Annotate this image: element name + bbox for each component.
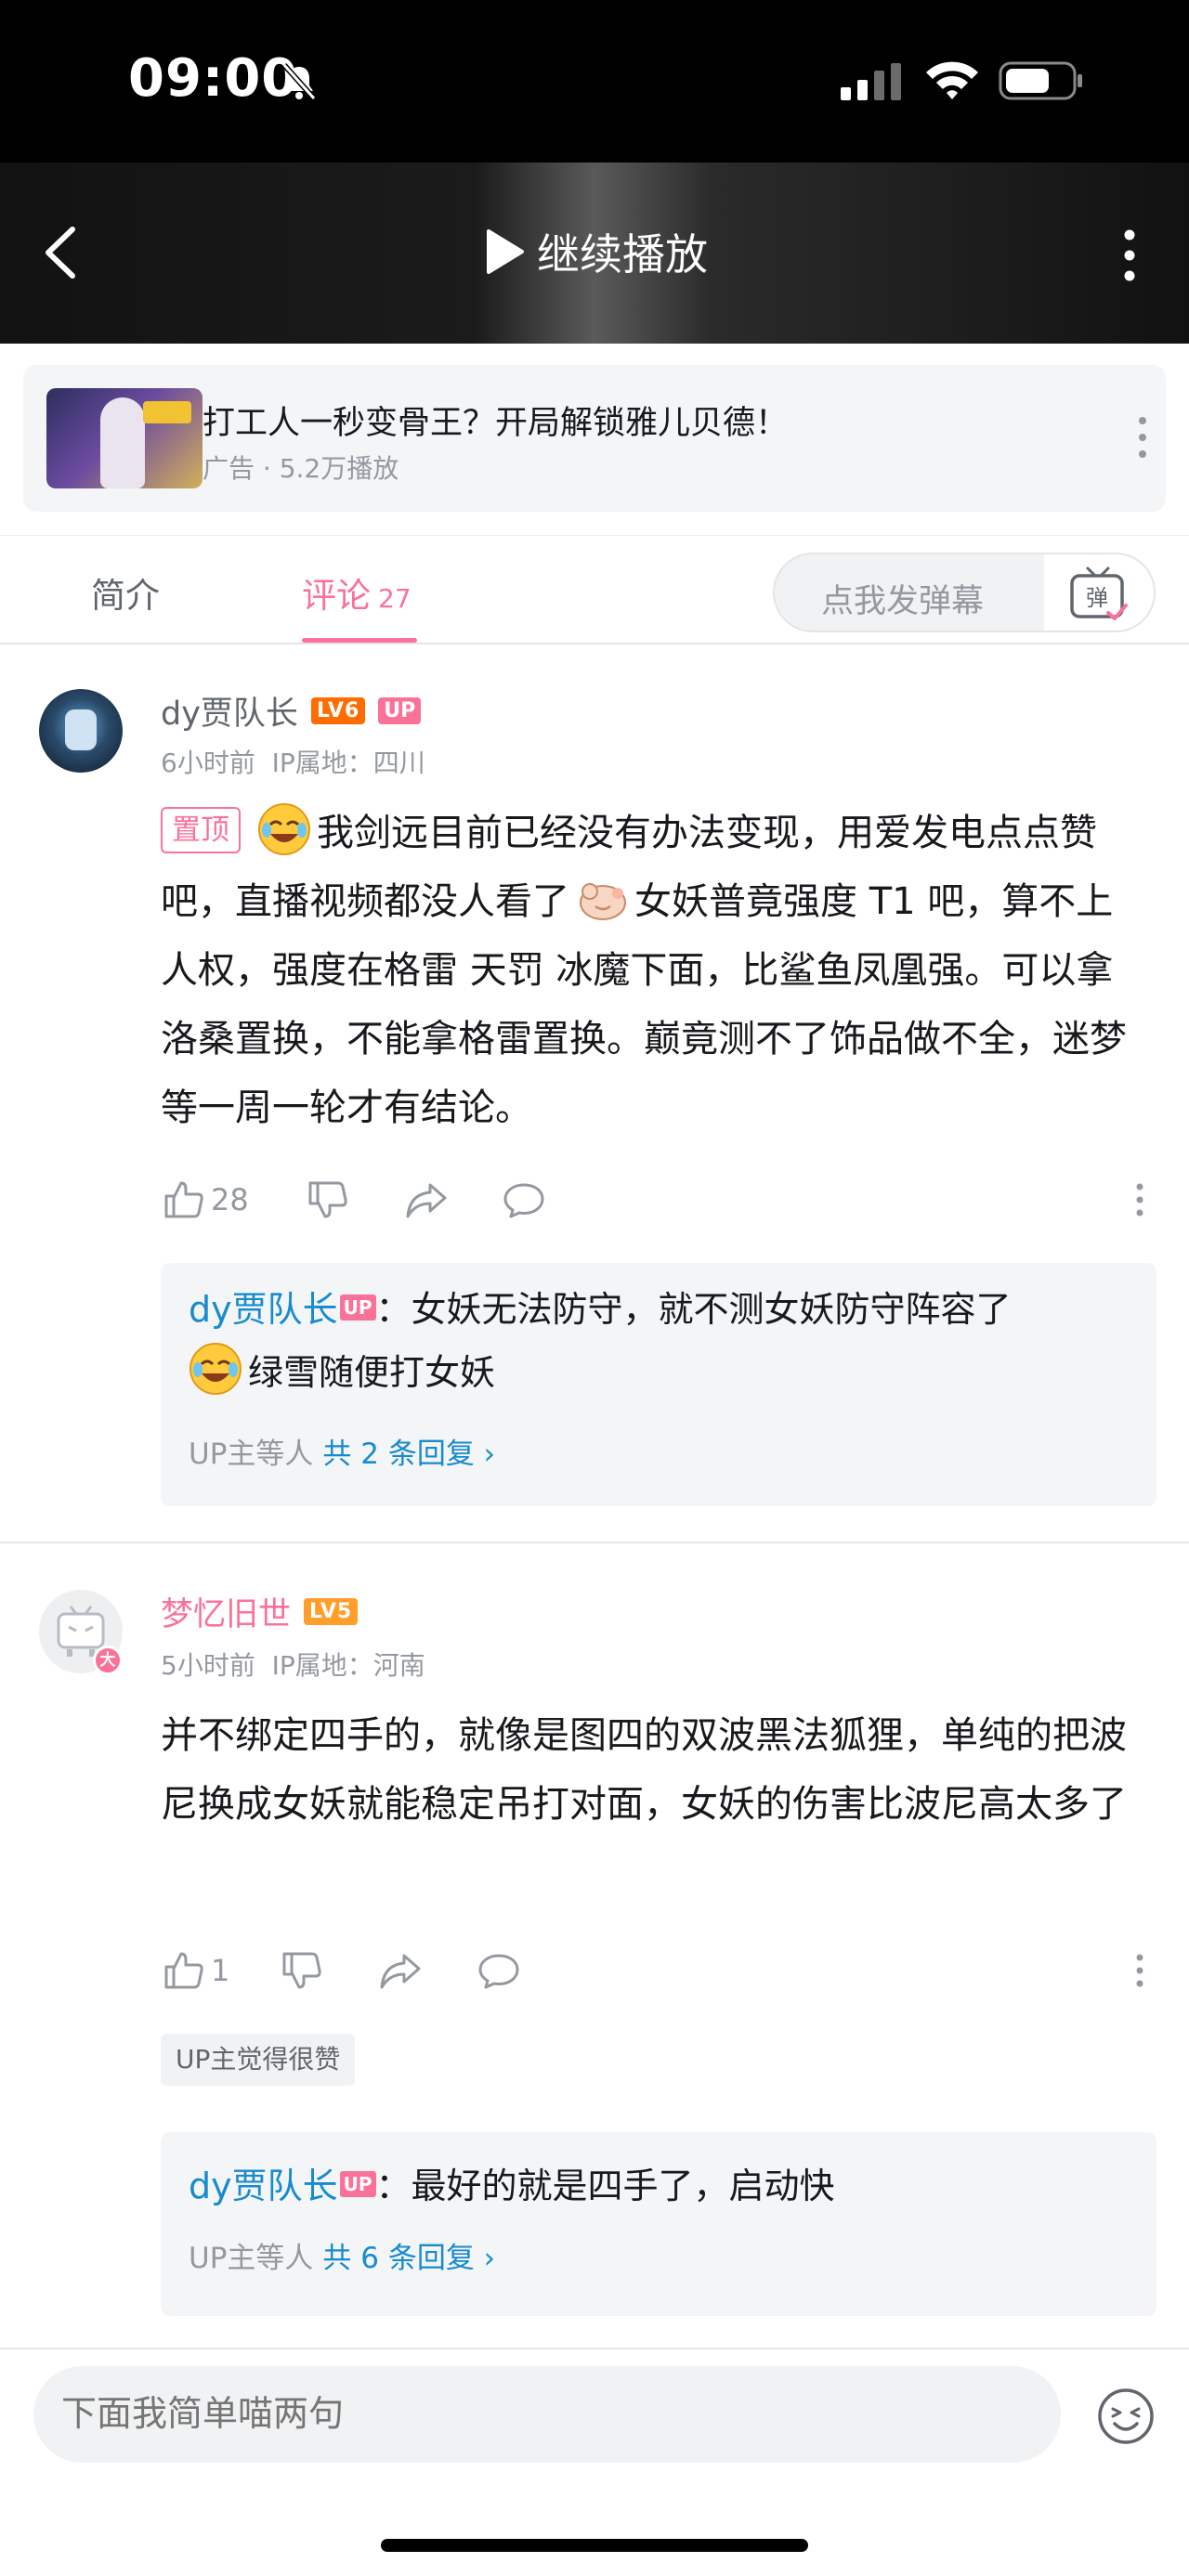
play-icon [487,229,524,274]
level-badge: LV6 [310,697,366,724]
laughing-tears-emoji-icon [258,803,310,855]
ad-meta: 广告 · 5.2万播放 [203,453,399,484]
reply-more-prefix: UP主等人 [189,2242,314,2275]
thumbs-down-icon [308,1181,347,1218]
comment-meta: 6小时前 IP属地：四川 [161,743,425,780]
thumbs-up-icon [164,1181,203,1218]
reply-total: 共 2 条回复 › [322,1438,496,1471]
comment-time: 6小时前 [161,748,255,778]
view-replies-link[interactable]: UP主等人共 2 条回复 › [189,1430,495,1472]
comment-divider [0,1542,1189,1543]
view-replies-link[interactable]: UP主等人共 6 条回复 › [189,2234,495,2276]
comment-text: 并不绑定四手的，就像是图四的双波黑法狐狸，单纯的把波尼换成女妖就能稳定吊打对面，… [161,1714,1127,1826]
comment-meta: 5小时前 IP属地：河南 [161,1646,425,1683]
danmaku-button-label: 弹 [1086,585,1108,611]
danmaku-input[interactable]: 点我发弹幕 弹 [773,553,1156,632]
level-badge: LV5 [304,1598,359,1625]
like-count: 1 [211,1953,230,1988]
ad-thumbnail [46,388,203,488]
dislike-button[interactable] [279,1943,323,1998]
comment-bubble-icon [503,1183,544,1218]
video-header: 继续播放 [0,163,1189,344]
reply-text: dy贾队长 UP ：女妖无法防守，就不测女妖防守阵容了绿雪随便打女妖 [189,1278,1136,1404]
comment-input[interactable] [33,2366,1061,2463]
reply-up-badge: UP [339,1295,376,1321]
bow-emoji-icon [580,883,626,920]
comment-username-row: dy贾队长 LV6 UP [161,687,422,735]
comment-more-button[interactable] [1117,1943,1162,1998]
status-time: 09:00 [128,48,299,109]
reply-preview[interactable]: dy贾队长 UP ：女妖无法防守，就不测女妖防守阵容了绿雪随便打女妖 UP主等人共 … [161,1263,1156,1506]
like-button[interactable]: 1 [161,1943,229,1998]
comment-input-bar [0,2348,1189,2576]
emoji-picker-icon[interactable] [1096,2387,1156,2446]
tab-bar: 简介 评论 27 点我发弹幕 弹 [0,535,1189,644]
danmaku-tv-icon: 弹 [1070,566,1128,620]
reply-total: 共 6 条回复 › [322,2242,496,2275]
reply-up-badge: UP [339,2171,376,2197]
share-icon [406,1183,447,1218]
home-indicator [381,2539,808,2552]
more-vertical-icon [1136,1183,1143,1216]
continue-playing-button[interactable]: 继续播放 [483,218,708,285]
back-arrow-icon[interactable] [37,220,84,285]
comments-count: 27 [378,583,412,614]
like-count: 28 [211,1182,249,1217]
danmaku-toggle-button[interactable]: 弹 [1044,554,1154,631]
reply-more-prefix: UP主等人 [189,1438,314,1471]
reply-text-part-1: ：女妖无法防守，就不测女妖防守阵容了 [375,1289,1012,1330]
reply-username[interactable]: dy贾队长 [189,1289,338,1330]
ad-card[interactable]: 打工人一秒变骨王？开局解锁雅儿贝德！ 广告 · 5.2万播放 [23,365,1166,512]
laughing-tears-emoji-icon [189,1343,242,1395]
up-badge: UP [378,697,422,724]
vip-badge: 大 [93,1646,123,1675]
reply-button[interactable] [502,1172,546,1228]
reply-text-part-2: 绿雪随便打女妖 [248,1352,496,1393]
thumbs-up-icon [164,1952,203,1989]
comment-bubble-icon [478,1954,519,1989]
share-button[interactable] [404,1172,449,1228]
comment-time: 5小时前 [161,1650,255,1681]
up-liked-badge: UP主觉得很赞 [161,2034,356,2086]
tab-comments[interactable]: 评论 27 [302,567,412,618]
comment-username-row: 梦忆旧世 LV5 [161,1588,359,1635]
comment-username[interactable]: dy贾队长 [161,687,298,735]
share-icon [380,1954,421,1989]
battery-icon [999,61,1082,100]
reply-text-content: ：最好的就是四手了，启动快 [375,2166,835,2206]
comment-actions: 28 [161,1172,1164,1228]
danmaku-placeholder: 点我发弹幕 [821,583,985,620]
cellular-signal-icon [841,63,901,100]
comment-text: 置顶 我剑远目前已经没有办法变现，用爱发电点点赞吧，直播视频都没人看了 女妖普竟强度… [161,799,1136,1142]
more-vertical-icon [1136,1954,1143,1987]
active-tab-indicator [302,638,417,643]
status-bar: 09:00 [0,0,1189,163]
reply-button[interactable] [477,1943,521,1998]
tab-intro[interactable]: 简介 [91,567,160,618]
comment-actions: 1 [161,1943,1164,1998]
comment-ip: IP属地：河南 [271,1650,425,1681]
comment-ip: IP属地：四川 [271,748,425,778]
share-button[interactable] [378,1943,423,1998]
reply-preview[interactable]: dy贾队长 UP ：最好的就是四手了，启动快 UP主等人共 6 条回复 › [161,2132,1156,2316]
more-vertical-icon[interactable] [1111,226,1148,285]
ad-more-icon[interactable] [1129,410,1156,465]
like-button[interactable]: 28 [161,1172,249,1228]
dislike-button[interactable] [305,1172,349,1228]
continue-playing-label: 继续播放 [537,229,708,280]
bell-muted-icon [281,63,317,100]
wifi-icon [926,61,978,99]
comment-more-button[interactable] [1117,1172,1162,1228]
reply-username[interactable]: dy贾队长 [189,2166,338,2206]
pinned-badge: 置顶 [161,807,241,853]
avatar[interactable] [39,689,123,773]
ad-title: 打工人一秒变骨王？开局解锁雅儿贝德！ [203,405,789,442]
comment-username[interactable]: 梦忆旧世 [161,1588,291,1635]
reply-text: dy贾队长 UP ：最好的就是四手了，启动快 [189,2154,1136,2218]
thumbs-down-icon [282,1952,321,1989]
tab-comments-label: 评论 [302,576,371,616]
